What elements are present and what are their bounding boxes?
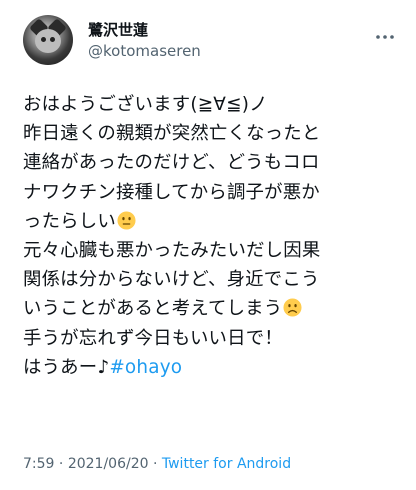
tweet-date[interactable]: 2021/06/20 (68, 456, 149, 472)
tweet-line: 手うが忘れず今日もいい日で！ (23, 327, 283, 349)
tweet-line: 連絡があったのだけど、どうもコロ (23, 152, 320, 174)
tweet-header: 鷺沢世蓮 @kotomaseren (23, 15, 201, 65)
tweet-line-text: ったらしい (23, 210, 116, 232)
author-handle[interactable]: @kotomaseren (88, 41, 201, 61)
avatar-cat-eye (50, 37, 55, 42)
author-names: 鷺沢世蓮 @kotomaseren (88, 20, 201, 61)
tweet-card: 鷺沢世蓮 @kotomaseren おはようございます(≧∀≦)ノ 昨日遠くの親… (0, 0, 416, 490)
tweet-source-link[interactable]: Twitter for Android (162, 456, 291, 472)
tweet-time[interactable]: 7:59 (23, 456, 54, 472)
avatar-cat-eye (41, 37, 46, 42)
avatar[interactable] (23, 15, 73, 65)
author-display-name[interactable]: 鷺沢世蓮 (88, 20, 201, 40)
more-horizontal-icon (376, 35, 394, 39)
meta-separator: · (148, 456, 162, 472)
tweet-line-with-hashtag: はうあー♪#ohayo (23, 353, 403, 382)
tweet-line: 昨日遠くの親類が突然亡くなったと (23, 123, 321, 145)
tweet-line-with-emoji: いうことがあると考えてしまう (23, 294, 403, 323)
avatar-cat-face (35, 29, 61, 53)
tweet-line-text: いうことがあると考えてしまう (23, 298, 283, 320)
tweet-metadata: 7:59 · 2021/06/20 · Twitter for Android (23, 455, 291, 473)
neutral-face-emoji (117, 211, 136, 230)
tweet-line: 関係は分からないけど、身近でこう (23, 269, 320, 291)
tweet-line: 元々心臓も悪かったみたいだし因果 (23, 240, 321, 262)
tweet-line: おはようございます(≧∀≦)ノ (23, 94, 268, 115)
tweet-line-text: はうあー♪ (23, 356, 110, 378)
more-options-button[interactable] (376, 28, 394, 46)
hashtag-link[interactable]: #ohayo (109, 357, 182, 378)
meta-separator: · (54, 456, 68, 472)
tweet-line: ナワクチン接種してから調子が悪か (23, 181, 320, 203)
tweet-line-with-emoji: ったらしい (23, 207, 403, 236)
tweet-text: おはようございます(≧∀≦)ノ 昨日遠くの親類が突然亡くなったと 連絡があったの… (23, 90, 403, 382)
frowning-face-emoji (283, 298, 302, 317)
